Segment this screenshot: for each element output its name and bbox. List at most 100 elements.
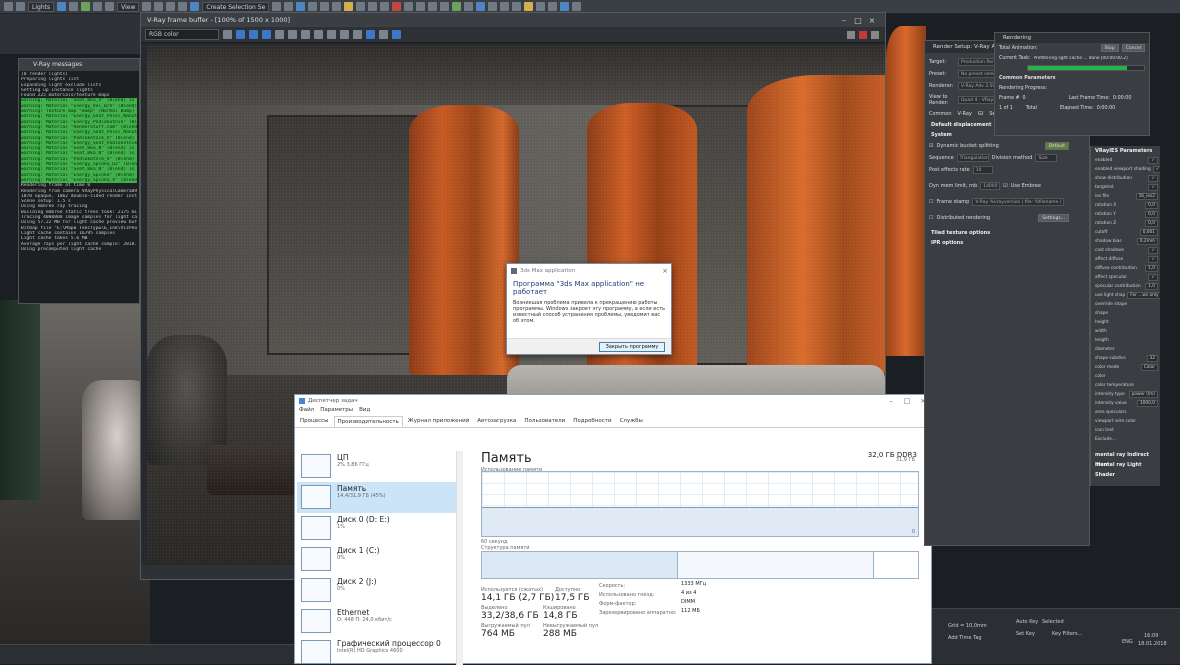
menu-file[interactable]: Файл [299, 407, 314, 416]
app-crash-dialog[interactable]: 3ds Max application × Программа "3ds Max… [506, 263, 672, 355]
dyn-mem-input[interactable]: 14000 [980, 182, 1001, 190]
vrayies-param-row[interactable]: color mode Color [1091, 363, 1160, 372]
close-program-button[interactable]: Закрыть программу [599, 342, 665, 352]
vray-messages-window[interactable]: V-Ray messages [0 render lights] Preparin… [18, 58, 140, 304]
param-value[interactable]: 1,0 [1145, 283, 1158, 290]
perf-item-memory[interactable]: Память 14,4/31,9 ГБ (45%) [297, 482, 456, 513]
division-select[interactable]: Size [1035, 154, 1058, 162]
schematic-icon[interactable] [332, 2, 342, 11]
move-icon[interactable] [81, 2, 91, 11]
key-filters-button[interactable]: Key Filters... [1052, 631, 1082, 637]
view-select[interactable]: Quad 4 - VRayPh [958, 96, 998, 104]
undo-icon[interactable] [4, 2, 13, 11]
default-button[interactable]: Default [1044, 142, 1069, 150]
section-ipr[interactable]: IPR options [925, 238, 1089, 248]
close-icon[interactable]: × [865, 16, 879, 25]
tab-users[interactable]: Пользователи [521, 416, 568, 427]
tab-app-history[interactable]: Журнал приложений [405, 416, 473, 427]
vrayies-param-row[interactable]: targeted ✓ [1091, 183, 1160, 192]
light-icon[interactable] [416, 2, 426, 11]
vrayies-param-row[interactable]: affect diffuse ✓ [1091, 255, 1160, 264]
save-icon[interactable] [223, 30, 232, 39]
vrayies-param-row[interactable]: affect specular ✓ [1091, 273, 1160, 282]
vrayies-param-row[interactable]: specular contribution 1,0 [1091, 282, 1160, 291]
redo-icon[interactable] [16, 2, 25, 11]
minimize-icon[interactable]: – [883, 397, 899, 405]
camera-icon[interactable] [428, 2, 438, 11]
perf-item-gpu[interactable]: Графический процессор 0 Intel(R) HD Graph… [297, 637, 456, 665]
duplicate-icon[interactable] [327, 30, 336, 39]
vrayies-param-row[interactable]: enabled viewport shading ✓ [1091, 165, 1160, 174]
param-value[interactable]: 1000,0 [1136, 400, 1158, 407]
param-value[interactable]: ✓ [1148, 247, 1158, 254]
vray-sphere-icon[interactable] [488, 2, 498, 11]
renderer-select[interactable]: V-Ray Adv 3.50.0 [958, 82, 998, 90]
vray-sun-icon[interactable] [512, 2, 522, 11]
vrayies-param-row[interactable]: shadow bias 0,2mm [1091, 237, 1160, 246]
tab-gi[interactable]: GI [978, 111, 983, 117]
blue-channel-icon[interactable] [262, 30, 271, 39]
lens-effects-icon[interactable] [392, 30, 401, 39]
perf-item-disk1[interactable]: Диск 1 (C:) 0% [297, 544, 456, 575]
vrayies-param-row[interactable]: cast shadows ✓ [1091, 246, 1160, 255]
vray-mesh-icon[interactable] [440, 2, 450, 11]
vray-physical-camera-icon[interactable] [548, 2, 558, 11]
maximize-icon[interactable]: □ [899, 397, 915, 405]
green-channel-icon[interactable] [249, 30, 258, 39]
percent-snap-icon[interactable] [178, 2, 188, 11]
selected-dropdown[interactable]: Selected [1042, 619, 1064, 625]
add-time-tag-button[interactable]: Add Time Tag [948, 635, 982, 641]
angle-snap-icon[interactable] [166, 2, 176, 11]
save-image-icon[interactable] [301, 30, 310, 39]
section-light-shader[interactable]: mental ray Light Shader [1091, 460, 1160, 478]
vrayies-parameters-panel[interactable]: VRayIES Parameters enabled ✓ enabled viewp… [1090, 146, 1160, 486]
scale-icon[interactable] [105, 2, 115, 11]
render-setup-icon[interactable] [356, 2, 366, 11]
param-value[interactable]: For ...ws only [1127, 292, 1160, 299]
vray-dome-icon[interactable] [560, 2, 570, 11]
tab-common[interactable]: Common [929, 111, 952, 117]
stop-render-icon[interactable] [859, 31, 867, 39]
vrayies-param-row[interactable]: diffuse contribution 1,0 [1091, 264, 1160, 273]
layer-manager-icon[interactable] [296, 2, 306, 11]
selection-set-dropdown[interactable]: Create Selection Se [202, 1, 270, 12]
vray-toolbar-icon[interactable] [572, 2, 582, 11]
select-region-icon[interactable] [69, 2, 79, 11]
vrayies-param-row[interactable]: rotation Y 0,0 [1091, 210, 1160, 219]
vray-icon[interactable] [392, 2, 402, 11]
vrayies-param-row[interactable]: ies file 16_ies2 [1091, 192, 1160, 201]
snap-icon[interactable] [154, 2, 164, 11]
pivot-icon[interactable] [142, 2, 152, 11]
param-value[interactable]: 16_ies2 [1135, 193, 1158, 200]
vray-plane-icon[interactable] [476, 2, 486, 11]
red-channel-icon[interactable] [236, 30, 245, 39]
post-rate-input[interactable]: 10 [972, 166, 993, 174]
sequence-select[interactable]: Triangulation [956, 154, 989, 162]
cancel-button[interactable]: Cancel [1121, 44, 1145, 52]
close-icon[interactable]: × [659, 267, 671, 275]
checkbox-icon[interactable]: ☑ [1003, 183, 1007, 189]
vrayies-param-row[interactable]: color [1091, 372, 1160, 381]
vrayies-param-row[interactable]: width [1091, 327, 1160, 336]
vrayies-param-row[interactable]: shape subdivs 32 [1091, 354, 1160, 363]
param-value[interactable]: 0,0 [1145, 220, 1158, 227]
vrayies-param-row[interactable]: shape [1091, 309, 1160, 318]
vrayies-param-row[interactable]: enabled ✓ [1091, 156, 1160, 165]
alpha-channel-icon[interactable] [275, 30, 284, 39]
rotate-icon[interactable] [93, 2, 103, 11]
checkbox-icon[interactable]: ☐ [929, 199, 933, 205]
tab-details[interactable]: Подробности [570, 416, 614, 427]
vrayies-param-row[interactable]: rotation X 0,0 [1091, 201, 1160, 210]
vrayies-param-row[interactable]: use light shap For ...ws only [1091, 291, 1160, 300]
vrayies-param-row[interactable]: length [1091, 336, 1160, 345]
rendering-progress-window[interactable]: Rendering Total Animation: Stop Cancel C… [994, 32, 1150, 136]
section-indirect-illum[interactable]: mental ray Indirect Illum [1091, 450, 1160, 468]
menu-options[interactable]: Параметры [320, 407, 353, 416]
tab-services[interactable]: Службы [617, 416, 646, 427]
auto-key-button[interactable]: Auto Key [1016, 619, 1038, 625]
section-tiled-texture[interactable]: Tiled texture options [925, 228, 1089, 238]
maximize-icon[interactable]: □ [851, 16, 865, 25]
tab-performance[interactable]: Производительность [333, 416, 403, 427]
curve-editor-icon[interactable] [320, 2, 330, 11]
vray-ambient-icon[interactable] [536, 2, 546, 11]
